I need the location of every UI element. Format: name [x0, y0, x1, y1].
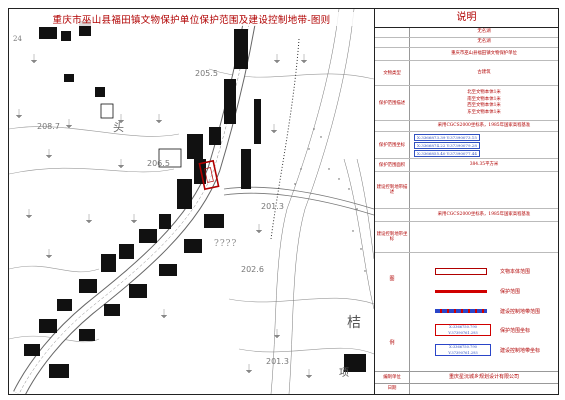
red-coordinate-icon: X:3366750.790 Y:37390761.293	[435, 324, 491, 336]
place-label: 项	[339, 368, 349, 379]
legend-item: 建设控制地带范围	[410, 303, 558, 321]
legend-item: 文物本体范围	[410, 263, 558, 281]
side-road-edge	[223, 192, 374, 216]
place-label: 头	[113, 121, 124, 134]
unknown-elevation: ????	[214, 239, 238, 249]
info-row: 重庆市巫山县福田镇文物保护单位	[375, 48, 558, 61]
bank-dots	[294, 128, 366, 272]
info-row: 保护范围面积 384.35平方米	[375, 159, 558, 172]
row-label: 保护范围坐标	[375, 132, 410, 158]
spot-height-label: 202.6	[241, 265, 264, 274]
row-label: 保护范围面积	[375, 159, 410, 171]
row-label: 建设控制地带描述	[375, 172, 410, 208]
row-value: 采用CGCS2000坐标系，1985年国家高程基准	[437, 122, 531, 128]
map-canvas	[9, 9, 374, 394]
legend-item-label: 建设控制地带范围	[500, 309, 541, 315]
row-value: 384.35平方米	[469, 161, 499, 167]
spot-height-label: 206.5	[147, 159, 170, 168]
info-row: 建设控制地带坐标	[375, 222, 558, 253]
coordinate-box: X:3366855.40 Y:37390077.44	[414, 149, 480, 157]
info-row: 建设控制地带描述	[375, 172, 558, 209]
row-label	[375, 28, 410, 37]
row-value: 东至文物本体1米	[467, 109, 501, 115]
row-value: 无名湖	[477, 39, 491, 45]
row-label: 文物类型	[375, 61, 410, 85]
row-label	[375, 209, 410, 221]
blue-coordinate-icon: X:3366750.790 Y:37390761.293	[435, 344, 491, 356]
map-title: 重庆市巫山县福田镇文物保护单位保护范围及建设控制地带-图则	[9, 12, 374, 26]
place-label: 24	[13, 35, 22, 43]
footer-value: 重庆星沅城乡规划设计有限公司	[448, 374, 519, 380]
legend-item: 保护范围	[410, 283, 558, 301]
coordinate-box: X:3366873.39 Y:37390073.15	[414, 133, 480, 141]
footer-row: 编制单位 重庆星沅城乡规划设计有限公司	[375, 371, 558, 383]
legend-item: X:3366750.790 Y:37390761.293 建设控制地带坐标	[410, 342, 558, 360]
row-label	[375, 48, 410, 60]
row-label: 建设控制地带坐标	[375, 222, 410, 252]
drawing-sheet: 重庆市巫山县福田镇文物保护单位保护范围及建设控制地带-图则 205.5 208.…	[0, 0, 565, 400]
panel-title: 说明	[375, 9, 558, 28]
info-row: 保护范围描述 北至文物本体1米 南至文物本体1米 西至文物本体1米 东至文物本体…	[375, 86, 558, 121]
map-frame: 重庆市巫山县福田镇文物保护单位保护范围及建设控制地带-图则 205.5 208.…	[8, 8, 375, 395]
row-label	[375, 38, 410, 47]
legend-item-label: 保护范围	[500, 289, 521, 295]
legend-item-label: 文物本体范围	[500, 269, 531, 275]
row-label	[375, 121, 410, 131]
row-value: 重庆市巫山县福田镇文物保护单位	[451, 50, 517, 56]
footer-label: 日期	[375, 384, 410, 394]
legend-panel: 说明 无名湖 无名湖 重庆市巫山县福田镇文物保护单位 文物类型 古建筑 保护范围…	[374, 8, 559, 395]
info-row: 文物类型 古建筑	[375, 61, 558, 86]
info-row: 采用CGCS2000坐标系，1985年国家高程基准	[375, 121, 558, 132]
side-road	[223, 186, 374, 210]
spot-height-label: 208.7	[37, 122, 60, 131]
info-row: 保护范围坐标 X:3366873.39 Y:37390073.15 X:3366…	[375, 132, 558, 159]
spot-height-label: 201.3	[266, 357, 289, 366]
legend-label-column: 图 例	[375, 253, 410, 371]
spot-height-label: 201.3	[261, 202, 284, 211]
red-line-icon	[435, 290, 487, 293]
spot-height-label: 205.5	[195, 69, 218, 78]
legend-item-label: 保护范围坐标	[500, 328, 531, 334]
info-row: 无名湖	[375, 38, 558, 48]
footer-label: 编制单位	[375, 372, 410, 383]
main-road	[13, 22, 256, 394]
footer-row: 日期	[375, 383, 558, 394]
info-row: 无名湖	[375, 28, 558, 38]
row-label: 保护范围描述	[375, 86, 410, 120]
info-row: 采用CGCS2000坐标系，1985年国家高程基准	[375, 209, 558, 222]
row-value: 采用CGCS2000坐标系，1985年国家高程基准	[437, 211, 531, 217]
blue-red-line-icon	[435, 309, 487, 313]
legend-item-label: 建设控制地带坐标	[500, 348, 541, 354]
hollow-red-rect-icon	[435, 268, 487, 275]
legend-label-bottom: 例	[389, 340, 395, 346]
coordinate-box: X:3366874.22 Y:37390079.28	[414, 141, 480, 149]
row-value: 古建筑	[477, 69, 491, 75]
legend-item: X:3366750.790 Y:37390761.293 保护范围坐标	[410, 322, 558, 340]
legend-label-top: 图	[389, 276, 395, 282]
row-value: 无名湖	[477, 29, 491, 35]
place-label: 桔	[347, 315, 361, 331]
